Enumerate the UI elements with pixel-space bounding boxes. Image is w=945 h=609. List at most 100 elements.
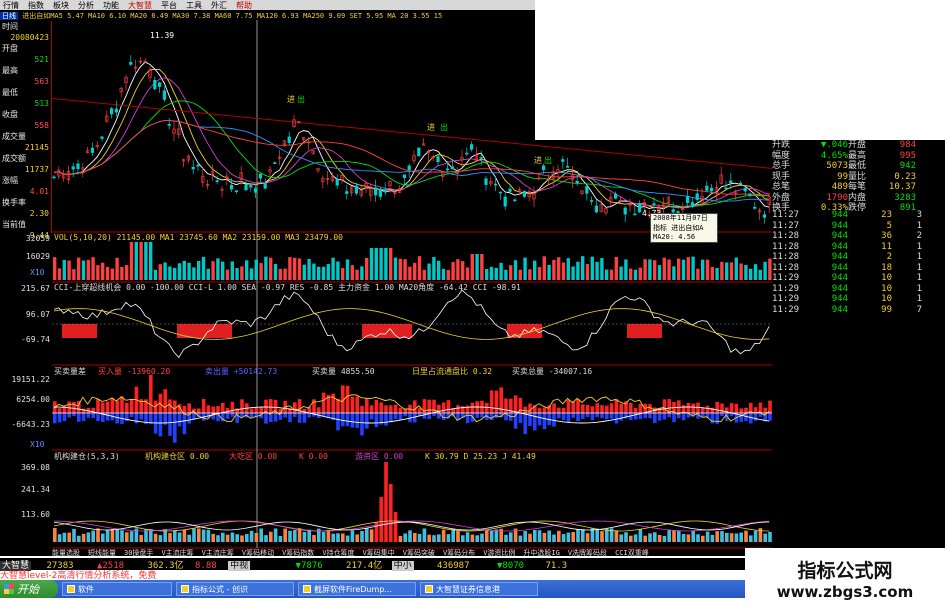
indicator-tab[interactable]: 30操盘手 [124,548,153,558]
sell-volume-bar [571,413,575,418]
kline-chart[interactable]: 11.394.73进出进出进出VOL(5,10,20) 21145.00 MA1… [52,20,772,550]
ad-ticker[interactable]: 大智慧level-2高清行情分析系统，免费 [0,568,400,581]
candle-body [196,164,200,167]
candle-body [417,147,421,157]
taskbar-item[interactable]: 大智慧证券信息港 [420,582,538,596]
indicator-tab[interactable]: V主流庄筹 [202,548,234,558]
ma-line [53,120,770,202]
volume-bar [72,269,76,280]
buy-volume-bar [249,408,254,413]
inst-bar [206,529,211,542]
volume-bar [144,242,148,280]
indicator-tab[interactable]: 能量选股 [52,548,80,558]
indicator-tab[interactable]: CCI双重峰 [615,548,649,558]
inst-bar [331,533,335,542]
menu-item-3[interactable]: 分析 [78,0,94,11]
volume-bar [710,266,714,280]
inst-bar [537,530,542,542]
candle-body [498,191,503,194]
inst-bar [297,528,302,542]
indicator-tooltip: 2008年11月07日 指标 进出自如A MA20: 4.56 [650,213,718,243]
info-value: 558 [34,121,49,130]
buy-volume-bar [504,398,508,413]
axis-tick: 16029 [25,252,50,261]
ma-line [53,77,770,209]
info-label: 时间 [2,22,18,31]
info-label: 成交量 [2,132,26,141]
taskbar-item[interactable]: 截屏软件FireDump... [298,582,416,596]
indicator-tab[interactable]: V筹码突破 [403,548,435,558]
indicator-tab[interactable]: 短线能量 [88,548,116,558]
menu-item-5[interactable]: 大智慧 [128,0,152,11]
quote-label: 量比 [848,171,867,182]
indicator-tab[interactable]: 升中选股IG [523,548,559,558]
indicator-tab[interactable]: V主流庄筹 [161,548,193,558]
menu-item-9[interactable]: 帮助 [236,0,252,11]
volume-bar [633,269,638,280]
sell-volume-bar [273,413,278,422]
indicator-tab[interactable]: V持仓筹度 [322,548,354,558]
buy-volume-bar [446,400,451,413]
indicator-tab[interactable]: V筹码移动 [242,548,274,558]
volume-bar [403,259,407,280]
buy-volume-bar [456,405,460,413]
period-label[interactable]: 日线 [0,12,18,20]
taskbar-item[interactable]: 指标公式 - 创识 [176,582,294,596]
menu-item-0[interactable]: 行情 [3,0,19,11]
menu-item-2[interactable]: 板块 [53,0,69,11]
status-v7: 436987 [437,561,470,571]
inst-bar [192,528,196,542]
buy-volume-bar [173,400,177,413]
tick-volume: 10 [881,273,892,283]
info-label: 涨幅 [2,176,18,185]
buy-volume-bar [312,399,316,413]
inst-label-part: 大吃区 0.00 [229,451,277,461]
buy-volume-bar [465,405,470,413]
start-label: 开始 [17,583,39,596]
indicator-tab[interactable]: V洗牌筹码段 [568,548,607,558]
inst-bar [552,534,556,542]
tick-time: 11:29 [772,304,800,315]
sell-volume-bar [595,413,599,418]
candle-body [407,165,411,171]
menu-item-1[interactable]: 指数 [28,0,44,11]
sell-volume-bar [614,413,619,424]
tick-count: 1 [916,273,922,283]
tick-time: 11:28 [772,252,800,262]
volume-bar [427,263,431,280]
inst-bar [734,533,739,542]
menu-item-7[interactable]: 工具 [186,0,202,11]
sell-volume-bar [566,413,571,423]
menu-item-4[interactable]: 功能 [103,0,119,11]
start-button[interactable]: 开始 [0,580,58,598]
volume-bar [283,268,287,280]
candle-body [613,193,618,199]
buy-volume-bar [485,403,489,413]
inst-bar [312,534,316,542]
info-value: 521 [34,55,49,64]
menu-item-6[interactable]: 平台 [161,0,177,11]
indicator-tab[interactable]: V筹码集中 [363,548,395,558]
sell-volume-bar [168,413,172,436]
sell-volume-bar [134,413,139,424]
buy-volume-bar [384,405,388,413]
tick-count: 1 [916,252,922,262]
buy-volume-bar [470,402,475,413]
axis-tick: -69.74 [21,335,50,344]
inst-bar [753,530,758,542]
taskbar-item[interactable]: 软件 [62,582,172,596]
volume-bar [485,269,489,280]
indicator-tab[interactable]: V筹码指数 [282,548,314,558]
menu-item-8[interactable]: 外汇 [211,0,227,11]
tick-count: 1 [916,241,922,252]
sell-volume-bar [739,413,743,422]
candle-body [484,178,488,185]
sell-volume-bar [182,413,187,435]
sell-volume-bar [105,413,110,421]
sell-volume-bar [302,413,307,423]
indicator-tab[interactable]: V游资比例 [483,548,515,558]
indicator-tab[interactable]: V筹码分布 [443,548,475,558]
volume-bar [249,268,254,280]
volume-bar [701,259,705,280]
axis-tick: 96.07 [25,310,50,319]
